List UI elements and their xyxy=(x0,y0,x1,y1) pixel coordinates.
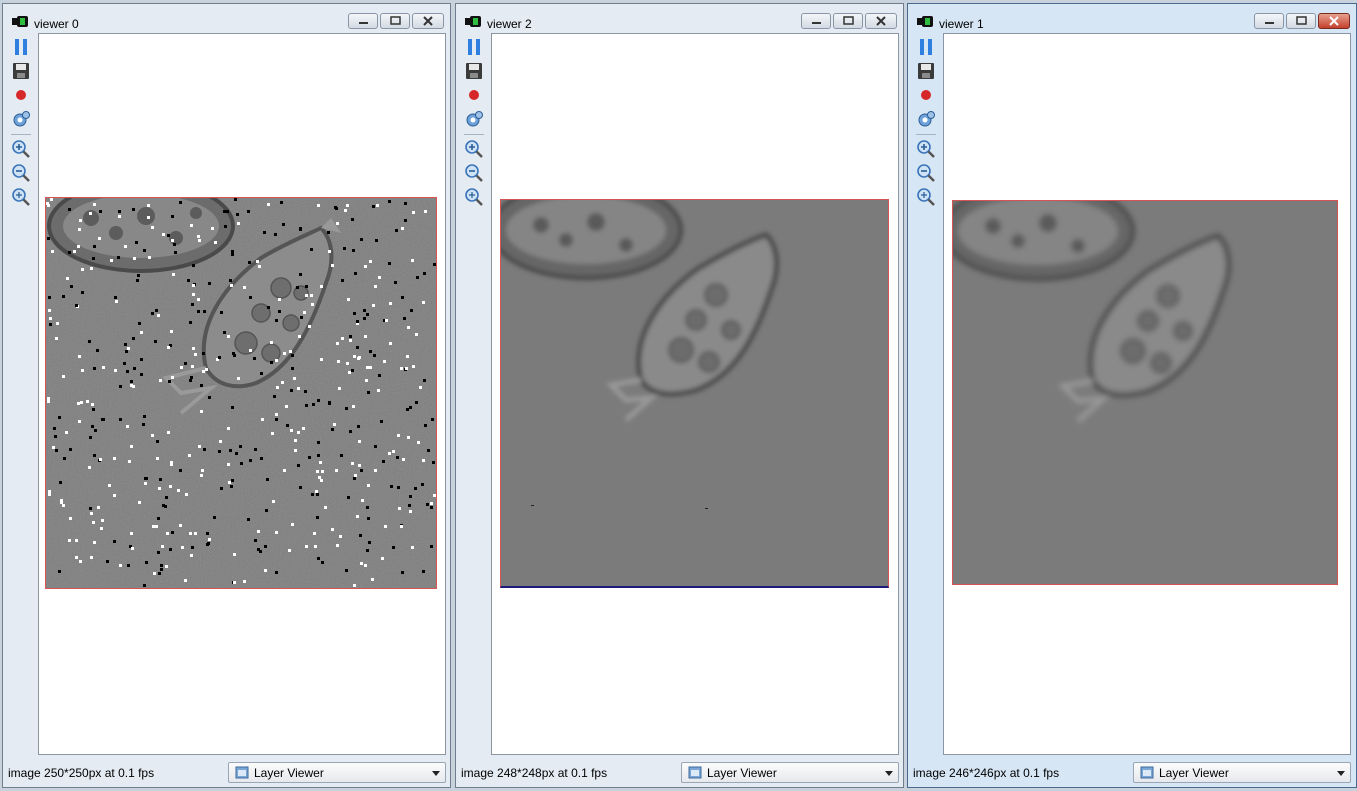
image-canvas[interactable] xyxy=(491,33,899,755)
minimize-button[interactable] xyxy=(348,13,378,29)
chevron-down-icon xyxy=(1337,771,1345,776)
save-icon[interactable] xyxy=(916,61,936,81)
chevron-down-icon xyxy=(432,771,440,776)
close-button[interactable] xyxy=(412,13,444,29)
zoom-in-icon[interactable] xyxy=(464,139,484,159)
record-icon[interactable] xyxy=(11,85,31,105)
window-title: viewer 0 xyxy=(34,17,79,31)
zoom-fit-icon[interactable] xyxy=(11,187,31,207)
layer-icon xyxy=(235,766,249,779)
window-title: viewer 1 xyxy=(939,17,984,31)
window-title: viewer 2 xyxy=(487,17,532,31)
viewer-window-2[interactable]: viewer 2 image 248*248px at 0.1 fps Laye… xyxy=(455,3,904,788)
settings-icon[interactable] xyxy=(464,109,484,129)
camera-image-noisy xyxy=(45,197,437,589)
minimize-button[interactable] xyxy=(1254,13,1284,29)
dropdown-value: Layer Viewer xyxy=(707,766,777,780)
status-text: image 250*250px at 0.1 fps xyxy=(8,766,155,780)
camera-icon xyxy=(465,16,481,27)
zoom-out-icon[interactable] xyxy=(464,163,484,183)
camera-icon xyxy=(12,16,28,27)
close-button[interactable] xyxy=(865,13,897,29)
zoom-fit-icon[interactable] xyxy=(916,187,936,207)
save-icon[interactable] xyxy=(464,61,484,81)
title-bar[interactable]: viewer 0 xyxy=(3,4,450,32)
chevron-down-icon xyxy=(885,771,893,776)
layer-viewer-dropdown[interactable]: Layer Viewer xyxy=(681,762,899,783)
viewer-window-0[interactable]: viewer 0 image 250*250px at 0.1 fps Laye… xyxy=(2,3,451,788)
settings-icon[interactable] xyxy=(11,109,31,129)
zoom-out-icon[interactable] xyxy=(916,163,936,183)
pause-icon[interactable] xyxy=(11,37,31,57)
title-bar[interactable]: viewer 2 xyxy=(456,4,903,32)
status-text: image 248*248px at 0.1 fps xyxy=(461,766,608,780)
minimize-button[interactable] xyxy=(801,13,831,29)
zoom-out-icon[interactable] xyxy=(11,163,31,183)
image-canvas[interactable] xyxy=(38,33,446,755)
dropdown-value: Layer Viewer xyxy=(1159,766,1229,780)
zoom-in-icon[interactable] xyxy=(11,139,31,159)
zoom-in-icon[interactable] xyxy=(916,139,936,159)
record-icon[interactable] xyxy=(464,85,484,105)
image-canvas[interactable] xyxy=(943,33,1351,755)
status-text: image 246*246px at 0.1 fps xyxy=(913,766,1060,780)
viewer-window-1[interactable]: viewer 1 image 246*246px at 0.1 fps Laye… xyxy=(907,3,1357,788)
layer-viewer-dropdown[interactable]: Layer Viewer xyxy=(1133,762,1351,783)
layer-viewer-dropdown[interactable]: Layer Viewer xyxy=(228,762,446,783)
restore-button[interactable] xyxy=(380,13,410,29)
title-bar[interactable]: viewer 1 xyxy=(908,4,1356,32)
restore-button[interactable] xyxy=(1286,13,1316,29)
pause-icon[interactable] xyxy=(916,37,936,57)
record-icon[interactable] xyxy=(916,85,936,105)
dropdown-value: Layer Viewer xyxy=(254,766,324,780)
layer-icon xyxy=(688,766,702,779)
camera-image-smoothed xyxy=(952,200,1338,585)
save-icon[interactable] xyxy=(11,61,31,81)
pause-icon[interactable] xyxy=(464,37,484,57)
zoom-fit-icon[interactable] xyxy=(464,187,484,207)
camera-image-filtered xyxy=(500,199,889,588)
close-button[interactable] xyxy=(1318,13,1350,29)
layer-icon xyxy=(1140,766,1154,779)
camera-icon xyxy=(917,16,933,27)
settings-icon[interactable] xyxy=(916,109,936,129)
restore-button[interactable] xyxy=(833,13,863,29)
